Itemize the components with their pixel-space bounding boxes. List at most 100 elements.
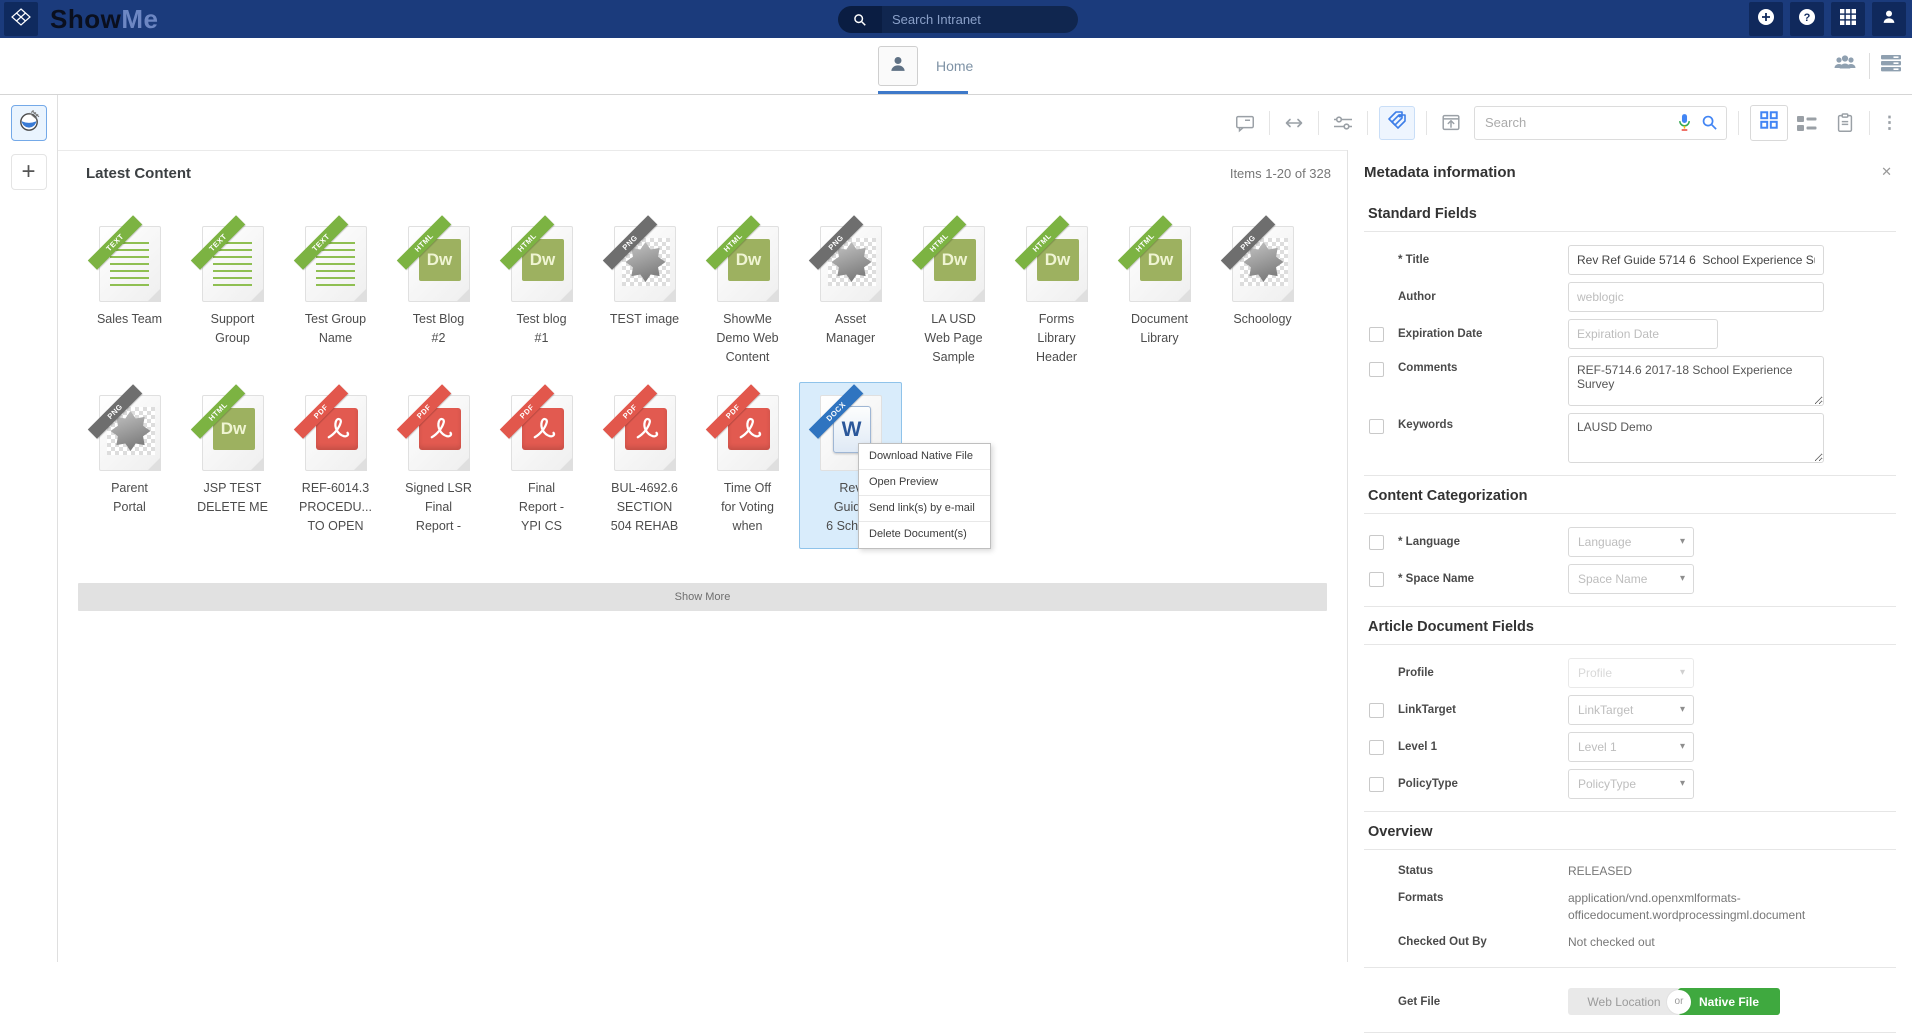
apps-grid-button[interactable] <box>1831 2 1865 36</box>
list-view-icon[interactable] <box>1794 110 1820 136</box>
level-1-select[interactable]: Level 1▾ <box>1568 732 1694 762</box>
linktarget-select[interactable]: LinkTarget▾ <box>1568 695 1694 725</box>
file-icon-text: TEXT <box>99 226 161 302</box>
status-value: RELEASED <box>1568 863 1868 880</box>
field-level-1: Level 1 Level 1▾ <box>1364 732 1896 762</box>
keywords-checkbox[interactable] <box>1369 419 1384 434</box>
tab-home[interactable]: Home <box>878 46 973 86</box>
policytype-checkbox[interactable] <box>1369 777 1384 792</box>
field-language: * Language Language▾ <box>1364 527 1896 557</box>
help-button[interactable]: ? <box>1790 2 1824 36</box>
file-tile[interactable]: TEXTSupport Group <box>181 213 284 380</box>
file-tile[interactable]: PNGAsset Manager <box>799 213 902 380</box>
menu-item-delete-documents[interactable]: Delete Document(s) <box>859 522 990 548</box>
file-tile[interactable]: TEXTSales Team <box>78 213 181 380</box>
close-icon[interactable]: ✕ <box>1877 162 1896 182</box>
file-tile[interactable]: PDFTime Off for Voting when <box>696 382 799 549</box>
space-name-select[interactable]: Space Name▾ <box>1568 564 1694 594</box>
field-policytype: PolicyType PolicyType▾ <box>1364 769 1896 799</box>
mic-icon[interactable] <box>1677 113 1692 132</box>
section-overview: Overview Status RELEASED Formats applica… <box>1364 812 1896 1033</box>
swap-arrows-icon[interactable] <box>1281 110 1307 136</box>
space-name-checkbox[interactable] <box>1369 572 1384 587</box>
tags-button-active[interactable] <box>1379 106 1415 140</box>
space-item-active[interactable] <box>11 105 47 141</box>
native-file-button[interactable]: Native File <box>1678 988 1780 1015</box>
file-label: BUL-4692.6 SECTION 504 REHAB <box>611 479 678 536</box>
add-button[interactable] <box>1749 2 1783 36</box>
divider <box>1318 111 1319 135</box>
file-tile[interactable]: HTMLDwLA USD Web Page Sample <box>902 213 1005 380</box>
queue-list-icon[interactable] <box>1880 53 1902 78</box>
diamond-logo-icon <box>9 5 33 34</box>
file-tile[interactable]: PDFSigned LSR Final Report - <box>387 382 490 549</box>
comments-checkbox[interactable] <box>1369 362 1384 377</box>
content-search <box>1474 106 1727 140</box>
comment-icon[interactable] <box>1232 110 1258 136</box>
profile-select: Profile▾ <box>1568 658 1694 688</box>
file-tile[interactable]: HTMLDwForms Library Header <box>1005 213 1108 380</box>
file-tile[interactable]: HTMLDwTest Blog #2 <box>387 213 490 380</box>
user-button[interactable] <box>1872 2 1906 36</box>
search-icon[interactable] <box>838 6 882 33</box>
search-icon[interactable] <box>1701 114 1718 131</box>
chevron-down-icon: ▾ <box>1680 528 1685 556</box>
menu-item-download-native-file[interactable]: Download Native File <box>859 444 990 470</box>
file-icon-html: HTMLDw <box>408 226 470 302</box>
expiration-date-input[interactable] <box>1568 319 1718 349</box>
show-more-button[interactable]: Show More <box>78 583 1327 611</box>
clipboard-icon[interactable] <box>1832 110 1858 136</box>
file-tile[interactable]: PNGParent Portal <box>78 382 181 549</box>
file-tile[interactable]: TEXTTest Group Name <box>284 213 387 380</box>
menu-item-send-links-by-email[interactable]: Send link(s) by e-mail <box>859 496 990 522</box>
section-title: Content Categorization <box>1364 476 1896 514</box>
field-label: Expiration Date <box>1398 328 1568 340</box>
author-input[interactable] <box>1568 282 1824 312</box>
filter-sliders-icon[interactable] <box>1330 110 1356 136</box>
policytype-select[interactable]: PolicyType▾ <box>1568 769 1694 799</box>
file-tile[interactable]: HTMLDwTest blog #1 <box>490 213 593 380</box>
overview-formats: Formats application/vnd.openxmlformats-o… <box>1364 890 1896 924</box>
tab-bar: Home <box>0 38 1912 95</box>
more-options-icon[interactable]: ⋮ <box>1881 114 1898 131</box>
file-tile[interactable]: PDFFinal Report - YPI CS <box>490 382 593 549</box>
web-location-button[interactable]: Web Location <box>1568 988 1680 1015</box>
file-icon-pdf: PDF <box>305 395 367 471</box>
file-tile[interactable]: HTMLDw Document Library <box>1108 213 1211 380</box>
file-tile[interactable]: HTMLDwJSP TEST DELETE ME <box>181 382 284 549</box>
file-label: Asset Manager <box>826 310 875 348</box>
file-label: Document Library <box>1131 310 1188 348</box>
language-select[interactable]: Language▾ <box>1568 527 1694 557</box>
title-input[interactable] <box>1568 245 1824 275</box>
field-author: Author <box>1364 282 1896 312</box>
publish-window-icon[interactable] <box>1438 110 1464 136</box>
field-keywords: Keywords LAUSD Demo <box>1364 413 1896 463</box>
add-space-button[interactable]: + <box>11 154 47 190</box>
field-label: Author <box>1398 291 1568 303</box>
app-logo[interactable] <box>4 2 38 36</box>
menu-item-open-preview[interactable]: Open Preview <box>859 470 990 496</box>
intranet-search-input[interactable] <box>882 6 1078 33</box>
divider <box>1367 111 1368 135</box>
people-group-icon[interactable] <box>1831 52 1859 79</box>
file-icon-pdf: PDF <box>408 395 470 471</box>
file-icon-pdf: PDF <box>511 395 573 471</box>
page-title: Latest Content <box>86 165 191 182</box>
language-checkbox[interactable] <box>1369 535 1384 550</box>
keywords-textarea[interactable]: LAUSD Demo <box>1568 413 1824 463</box>
level-1-checkbox[interactable] <box>1369 740 1384 755</box>
file-tile[interactable]: PNGSchoology <box>1211 213 1314 380</box>
home-tab-label: Home <box>936 58 973 74</box>
content-search-input[interactable] <box>1485 115 1677 130</box>
home-tab-icon-box <box>878 46 918 86</box>
file-tile[interactable]: HTMLDwShowMe Demo Web Content <box>696 213 799 380</box>
file-tile[interactable]: PDFREF-6014.3 PROCEDU... TO OPEN <box>284 382 387 549</box>
comments-textarea[interactable]: REF-5714.6 2017-18 School Experience Sur… <box>1568 356 1824 406</box>
expiration-date-checkbox[interactable] <box>1369 327 1384 342</box>
file-tile[interactable]: PDFBUL-4692.6 SECTION 504 REHAB <box>593 382 696 549</box>
linktarget-checkbox[interactable] <box>1369 703 1384 718</box>
grid-view-button-active[interactable] <box>1750 105 1788 141</box>
file-icon-html: HTMLDw <box>1129 226 1191 302</box>
file-icon-png: PNG <box>1232 226 1294 302</box>
file-tile[interactable]: PNGTEST image <box>593 213 696 380</box>
